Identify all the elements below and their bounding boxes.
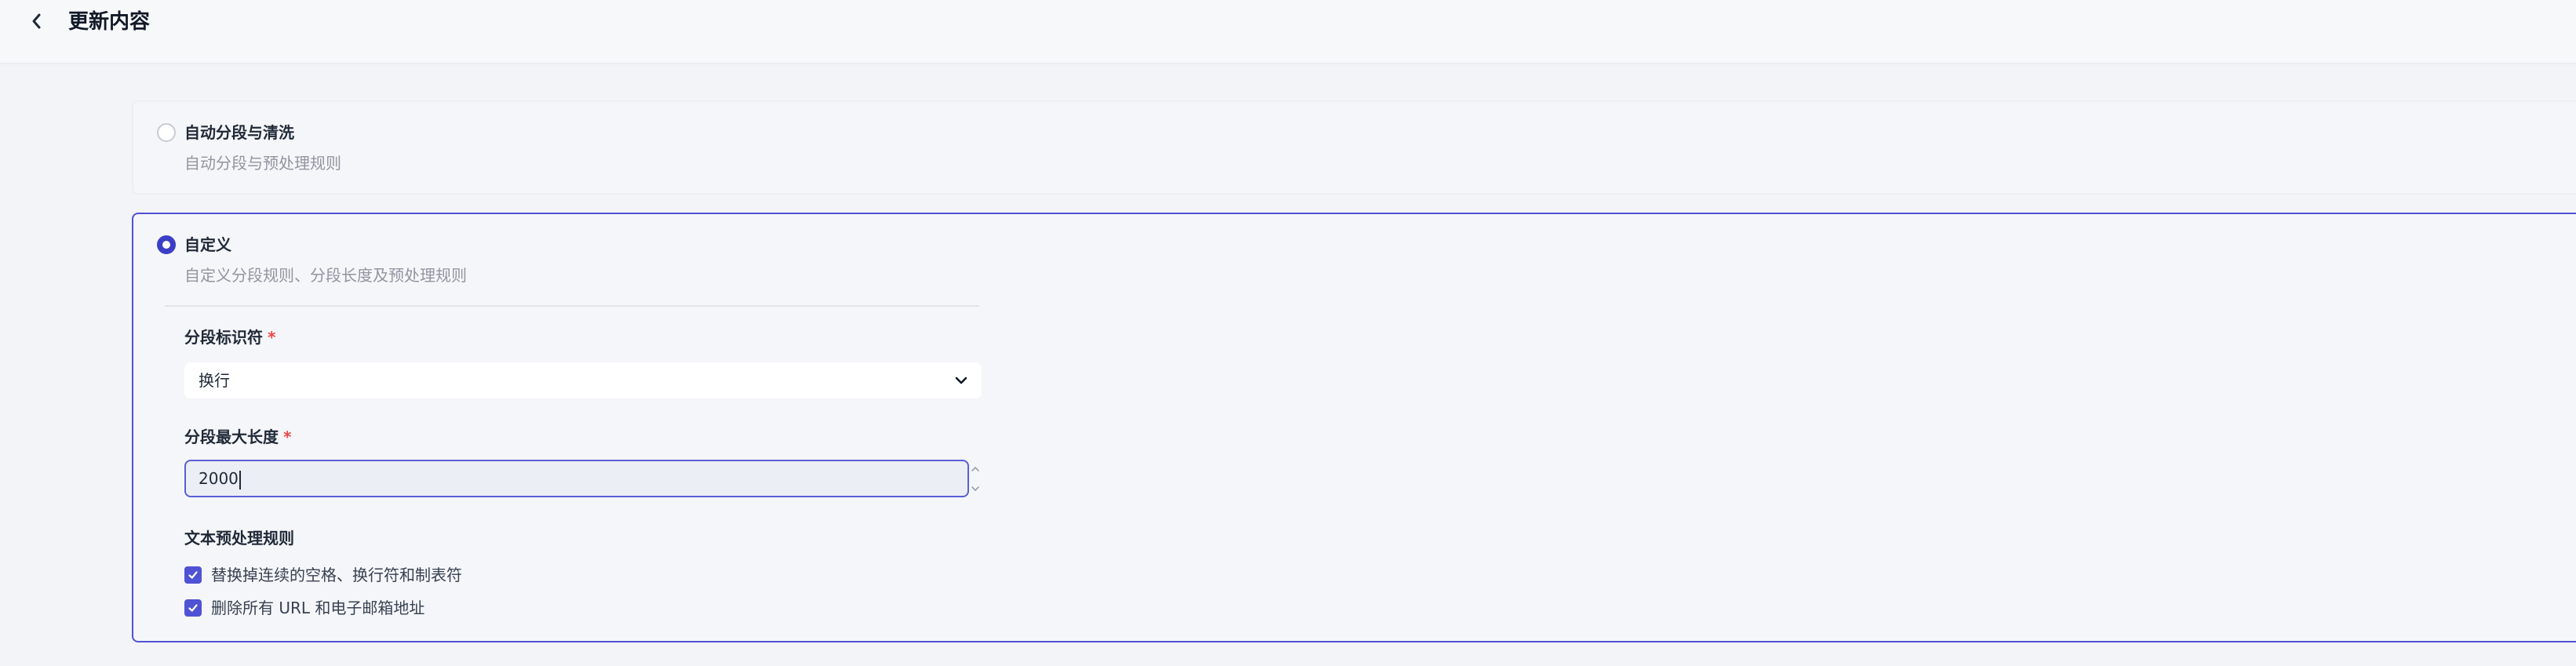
- rule-checkbox-whitespace[interactable]: [184, 566, 202, 584]
- preprocess-rule-row[interactable]: 删除所有 URL 和电子邮箱地址: [184, 596, 424, 620]
- chevron-down-icon: [971, 486, 979, 491]
- segment-identifier-value: 换行: [199, 371, 230, 390]
- segment-identifier-label: 分段标识符 *: [184, 326, 275, 349]
- chevron-up-icon: [971, 466, 979, 471]
- max-length-input[interactable]: 2000: [184, 460, 969, 497]
- max-length-value: 2000: [199, 469, 239, 488]
- page-header: 更新内容: [0, 0, 2576, 64]
- chevron-left-icon: [32, 13, 41, 29]
- option-title-custom: 自定义: [184, 235, 231, 254]
- radio-custom[interactable]: [157, 235, 176, 254]
- text-caret: [239, 470, 241, 489]
- section-divider: [165, 305, 979, 307]
- preprocess-rules-label: 文本预处理规则: [184, 529, 294, 548]
- option-card-custom[interactable]: 自定义 自定义分段规则、分段长度及预处理规则 分段标识符 * 换行 分段最大长度 *…: [132, 213, 2576, 642]
- rule-label-whitespace: 替换掉连续的空格、换行符和制表符: [211, 566, 462, 584]
- step-down-button[interactable]: [967, 479, 984, 498]
- segment-identifier-label-text: 分段标识符: [184, 328, 263, 347]
- required-mark: *: [283, 428, 292, 446]
- check-icon: [188, 571, 198, 579]
- max-length-label-text: 分段最大长度: [184, 428, 279, 446]
- segment-identifier-select[interactable]: 换行: [184, 362, 982, 399]
- back-button[interactable]: [24, 8, 50, 35]
- max-length-stepper[interactable]: [967, 459, 984, 498]
- page-title: 更新内容: [68, 10, 151, 34]
- check-icon: [188, 604, 198, 612]
- option-card-auto[interactable]: 自动分段与清洗 自动分段与预处理规则: [132, 100, 2576, 195]
- option-desc-custom: 自定义分段规则、分段长度及预处理规则: [184, 266, 467, 285]
- required-mark: *: [268, 328, 276, 347]
- rule-checkbox-remove-urls[interactable]: [184, 599, 202, 617]
- max-length-label: 分段最大长度 *: [184, 425, 291, 449]
- rule-label-remove-urls: 删除所有 URL 和电子邮箱地址: [211, 599, 425, 617]
- option-title-auto: 自动分段与清洗: [184, 123, 294, 142]
- chevron-down-icon: [955, 377, 967, 384]
- radio-auto[interactable]: [157, 123, 176, 142]
- preprocess-rule-row[interactable]: 替换掉连续的空格、换行符和制表符: [184, 563, 462, 587]
- option-desc-auto: 自动分段与预处理规则: [184, 154, 341, 173]
- step-up-button[interactable]: [967, 459, 984, 479]
